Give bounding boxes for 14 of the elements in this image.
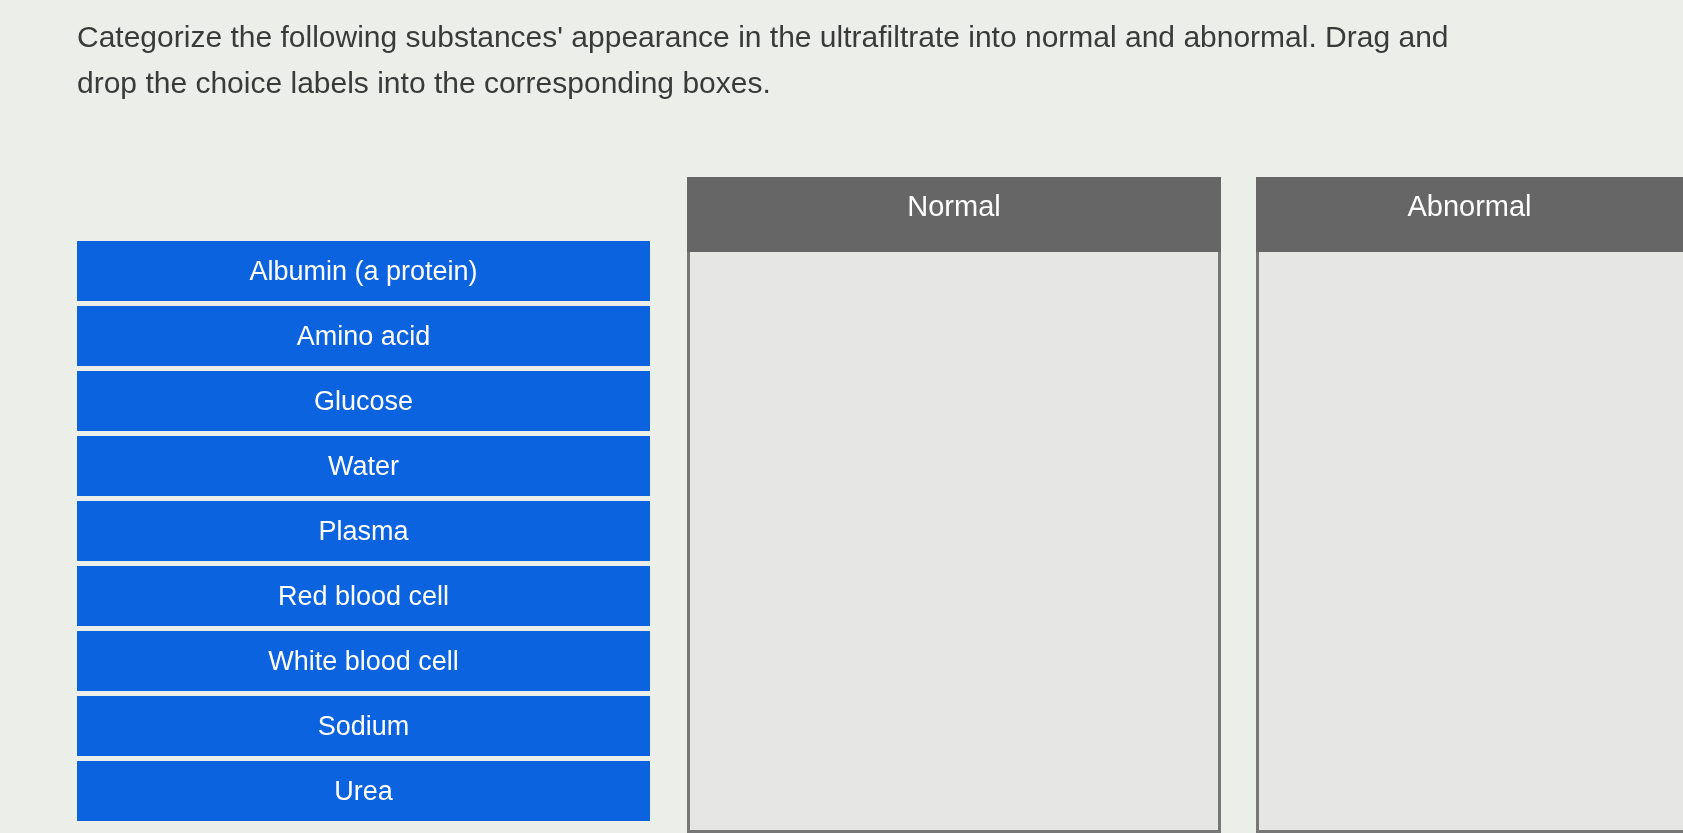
instruction-text: Categorize the following substances' appearance in the ultrafiltrate into normal and abnormal. Drag and drop the choice labels into the corresponding boxes. xyxy=(77,19,1450,101)
choice-label[interactable]: Water xyxy=(77,436,650,496)
choice-label[interactable]: Urea xyxy=(77,761,650,821)
choice-label[interactable]: Glucose xyxy=(77,371,650,431)
drop-zone[interactable] xyxy=(1256,252,1683,833)
choice-label[interactable]: White blood cell xyxy=(77,631,650,691)
choice-label[interactable]: Red blood cell xyxy=(77,566,650,626)
drop-zone[interactable] xyxy=(687,252,1221,833)
choice-label[interactable]: Plasma xyxy=(77,501,650,561)
choice-label[interactable]: Sodium xyxy=(77,696,650,756)
category-header: Normal xyxy=(687,177,1221,252)
choice-label[interactable]: Amino acid xyxy=(77,306,650,366)
choice-label[interactable]: Albumin (a protein) xyxy=(77,241,650,301)
category-header: Abnormal xyxy=(1256,177,1683,252)
